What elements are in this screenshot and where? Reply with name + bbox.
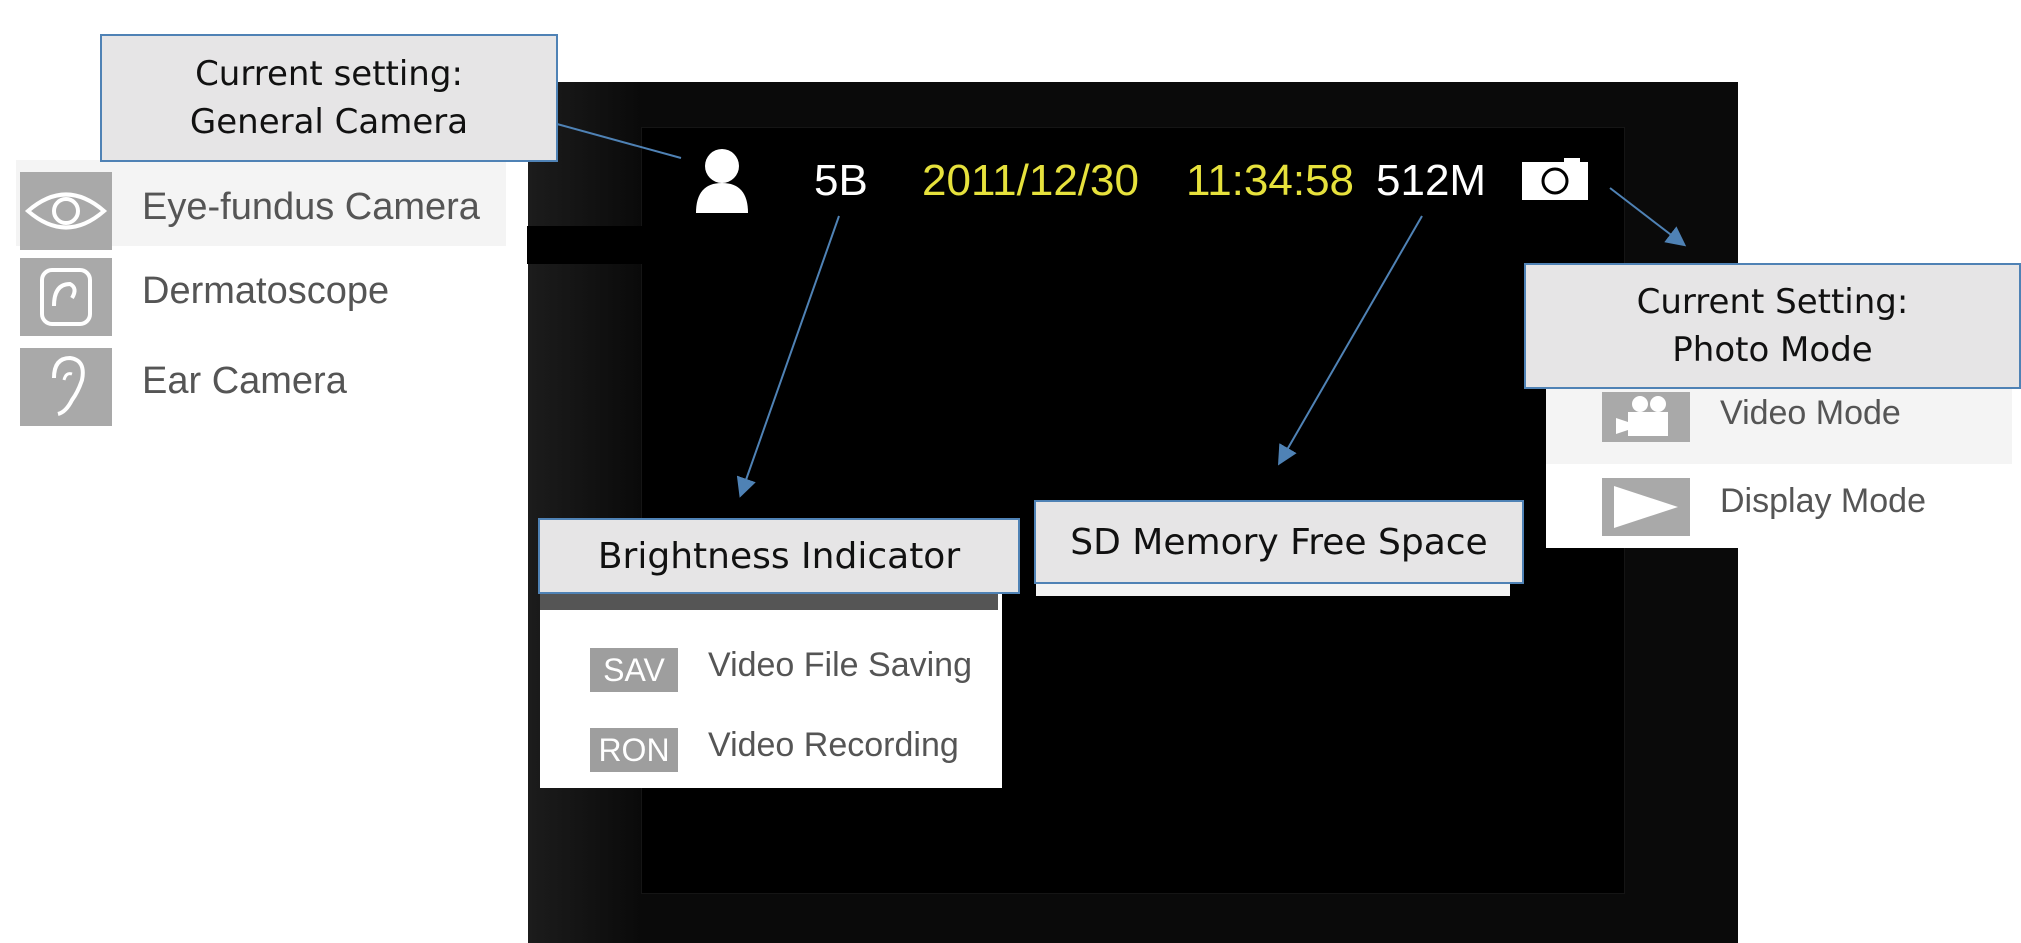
connector-arrows (556, 123, 1687, 498)
arrow-current-mode (1609, 187, 1687, 247)
arrow-memory (1278, 215, 1423, 466)
arrow-current-camera (556, 123, 682, 159)
arrow-brightness (736, 215, 840, 498)
